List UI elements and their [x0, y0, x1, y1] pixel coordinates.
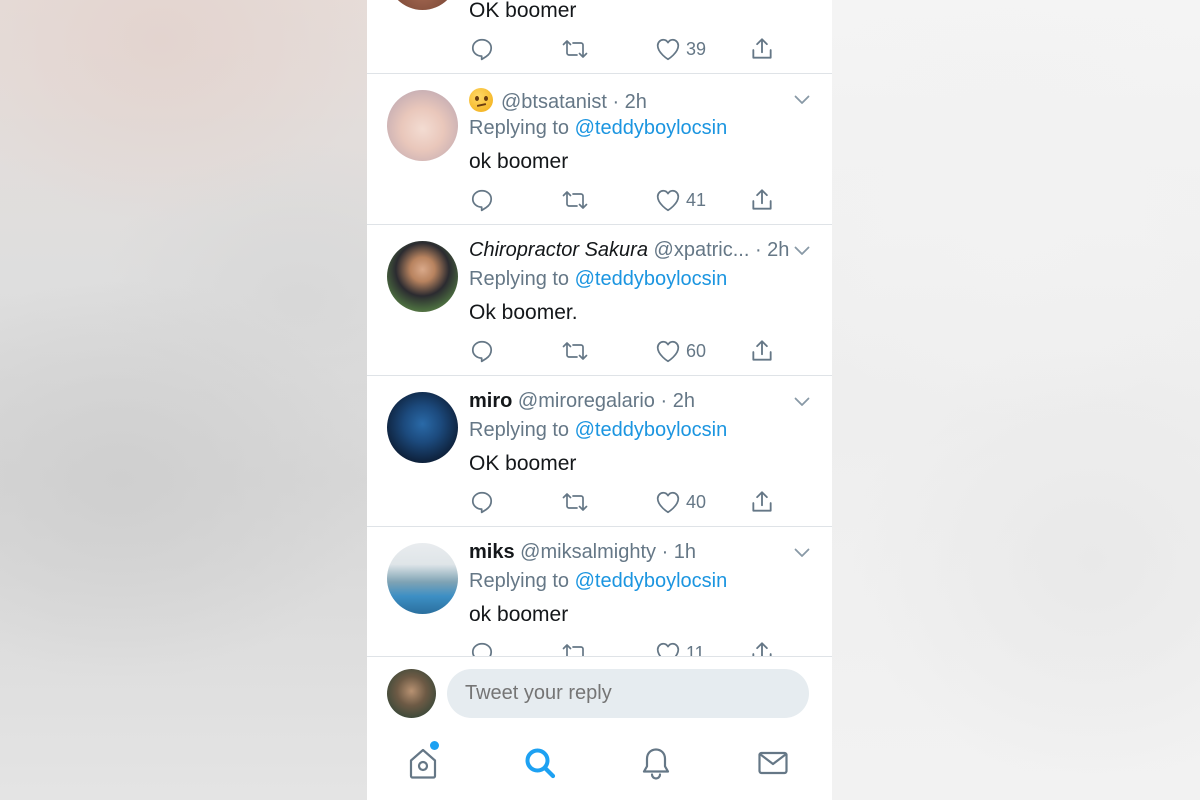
mention-link[interactable]: @teddyboylocsin [575, 268, 728, 290]
avatar[interactable] [387, 0, 458, 10]
tweet[interactable]: OK boomer 39 [367, 0, 832, 74]
avatar[interactable] [387, 241, 458, 312]
chevron-down-icon[interactable] [794, 396, 810, 408]
share-icon [752, 340, 772, 361]
mail-icon [758, 751, 788, 775]
bottom-tab-bar [367, 729, 832, 800]
heart-icon [656, 340, 680, 363]
twitter-reply-thread: OK boomer 39 @btsatanist · 2h Replying t… [367, 0, 832, 800]
reply-icon [471, 491, 493, 514]
like-count: 60 [686, 340, 707, 361]
chevron-down-icon[interactable] [794, 94, 810, 106]
chevron-down-icon[interactable] [794, 245, 810, 257]
tweet-text: OK boomer [469, 0, 577, 22]
heart-icon [656, 38, 680, 61]
reply-compose-bar [367, 656, 832, 729]
tweet-actions: 39 [469, 35, 789, 63]
retweet-button[interactable] [561, 35, 589, 63]
replying-to: Replying to @teddyboylocsin [469, 419, 727, 442]
retweet-icon [562, 493, 588, 511]
blurred-background-right [832, 0, 1200, 800]
tab-home[interactable] [405, 741, 441, 781]
heart-icon [656, 491, 680, 514]
like-count: 41 [686, 189, 707, 210]
notification-dot [430, 741, 439, 750]
tweet-text: OK boomer [469, 452, 577, 475]
handle-and-time: @xpatric... · 2h [653, 239, 789, 261]
tweet-header: Chiropractor Sakura @xpatric... · 2h [469, 239, 789, 262]
replying-to: Replying to @teddyboylocsin [469, 117, 727, 140]
bell-icon [642, 748, 670, 780]
retweet-button[interactable] [561, 337, 589, 365]
tab-notifications[interactable] [638, 745, 674, 781]
like-count: 40 [686, 491, 707, 512]
tab-search[interactable] [522, 745, 558, 781]
like-button[interactable]: 41 [655, 186, 706, 214]
tweet-header: miro @miroregalario · 2h [469, 390, 789, 413]
reply-icon [471, 189, 493, 212]
like-count: 39 [686, 38, 707, 59]
share-icon [752, 491, 772, 512]
share-button[interactable] [749, 186, 775, 214]
replying-to-label: Replying to [469, 570, 575, 592]
blurred-background-left [0, 0, 367, 800]
home-icon [409, 748, 437, 779]
share-button[interactable] [749, 488, 775, 516]
display-name[interactable]: miro [469, 390, 512, 412]
replying-to: Replying to @teddyboylocsin [469, 268, 727, 291]
like-button[interactable]: 40 [655, 488, 706, 516]
reply-icon [471, 38, 493, 61]
reply-button[interactable] [469, 337, 495, 365]
retweet-icon [562, 342, 588, 360]
mention-link[interactable]: @teddyboylocsin [575, 419, 728, 441]
retweet-button[interactable] [561, 488, 589, 516]
thinking-face-icon [469, 88, 493, 112]
handle-and-time: @miroregalario · 2h [517, 390, 695, 412]
tweet-header: miks @miksalmighty · 1h [469, 541, 789, 564]
share-button[interactable] [749, 337, 775, 365]
tweet-actions: 41 [469, 186, 789, 214]
display-name[interactable]: Chiropractor Sakura [469, 239, 648, 261]
replying-to: Replying to @teddyboylocsin [469, 570, 727, 593]
tweet-text: Ok boomer. [469, 301, 578, 324]
like-button[interactable]: 39 [655, 35, 706, 63]
replying-to-label: Replying to [469, 268, 575, 290]
reply-button[interactable] [469, 35, 495, 63]
tweet[interactable]: Chiropractor Sakura @xpatric... · 2h Rep… [367, 225, 832, 376]
share-icon [752, 189, 772, 210]
avatar[interactable] [387, 392, 458, 463]
avatar[interactable] [387, 543, 458, 614]
reply-button[interactable] [469, 488, 495, 516]
avatar[interactable] [387, 669, 436, 718]
like-button[interactable]: 60 [655, 337, 706, 365]
heart-icon [656, 189, 680, 212]
tab-messages[interactable] [755, 745, 791, 781]
retweet-icon [562, 40, 588, 58]
mention-link[interactable]: @teddyboylocsin [575, 117, 728, 139]
tweet-header: @btsatanist · 2h [469, 88, 789, 114]
reply-icon [471, 340, 493, 363]
tweet-actions: 60 [469, 337, 789, 365]
tweet-text: ok boomer [469, 603, 569, 626]
handle-and-time: @miksalmighty · 1h [520, 541, 697, 563]
share-icon [752, 38, 772, 59]
retweet-icon [562, 191, 588, 209]
display-name[interactable]: miks [469, 541, 515, 563]
tweet-actions: 40 [469, 488, 789, 516]
replying-to-label: Replying to [469, 419, 575, 441]
retweet-button[interactable] [561, 186, 589, 214]
share-button[interactable] [749, 35, 775, 63]
tweet[interactable]: @btsatanist · 2h Replying to @teddyboylo… [367, 74, 832, 225]
tweet[interactable]: miro @miroregalario · 2h Replying to @te… [367, 376, 832, 527]
tweet-text: ok boomer [469, 150, 569, 173]
reply-button[interactable] [469, 186, 495, 214]
search-icon [525, 748, 556, 779]
handle-and-time: @btsatanist · 2h [501, 91, 647, 113]
reply-input[interactable] [447, 669, 809, 718]
avatar[interactable] [387, 90, 458, 161]
chevron-down-icon[interactable] [794, 547, 810, 559]
mention-link[interactable]: @teddyboylocsin [575, 570, 728, 592]
replying-to-label: Replying to [469, 117, 575, 139]
